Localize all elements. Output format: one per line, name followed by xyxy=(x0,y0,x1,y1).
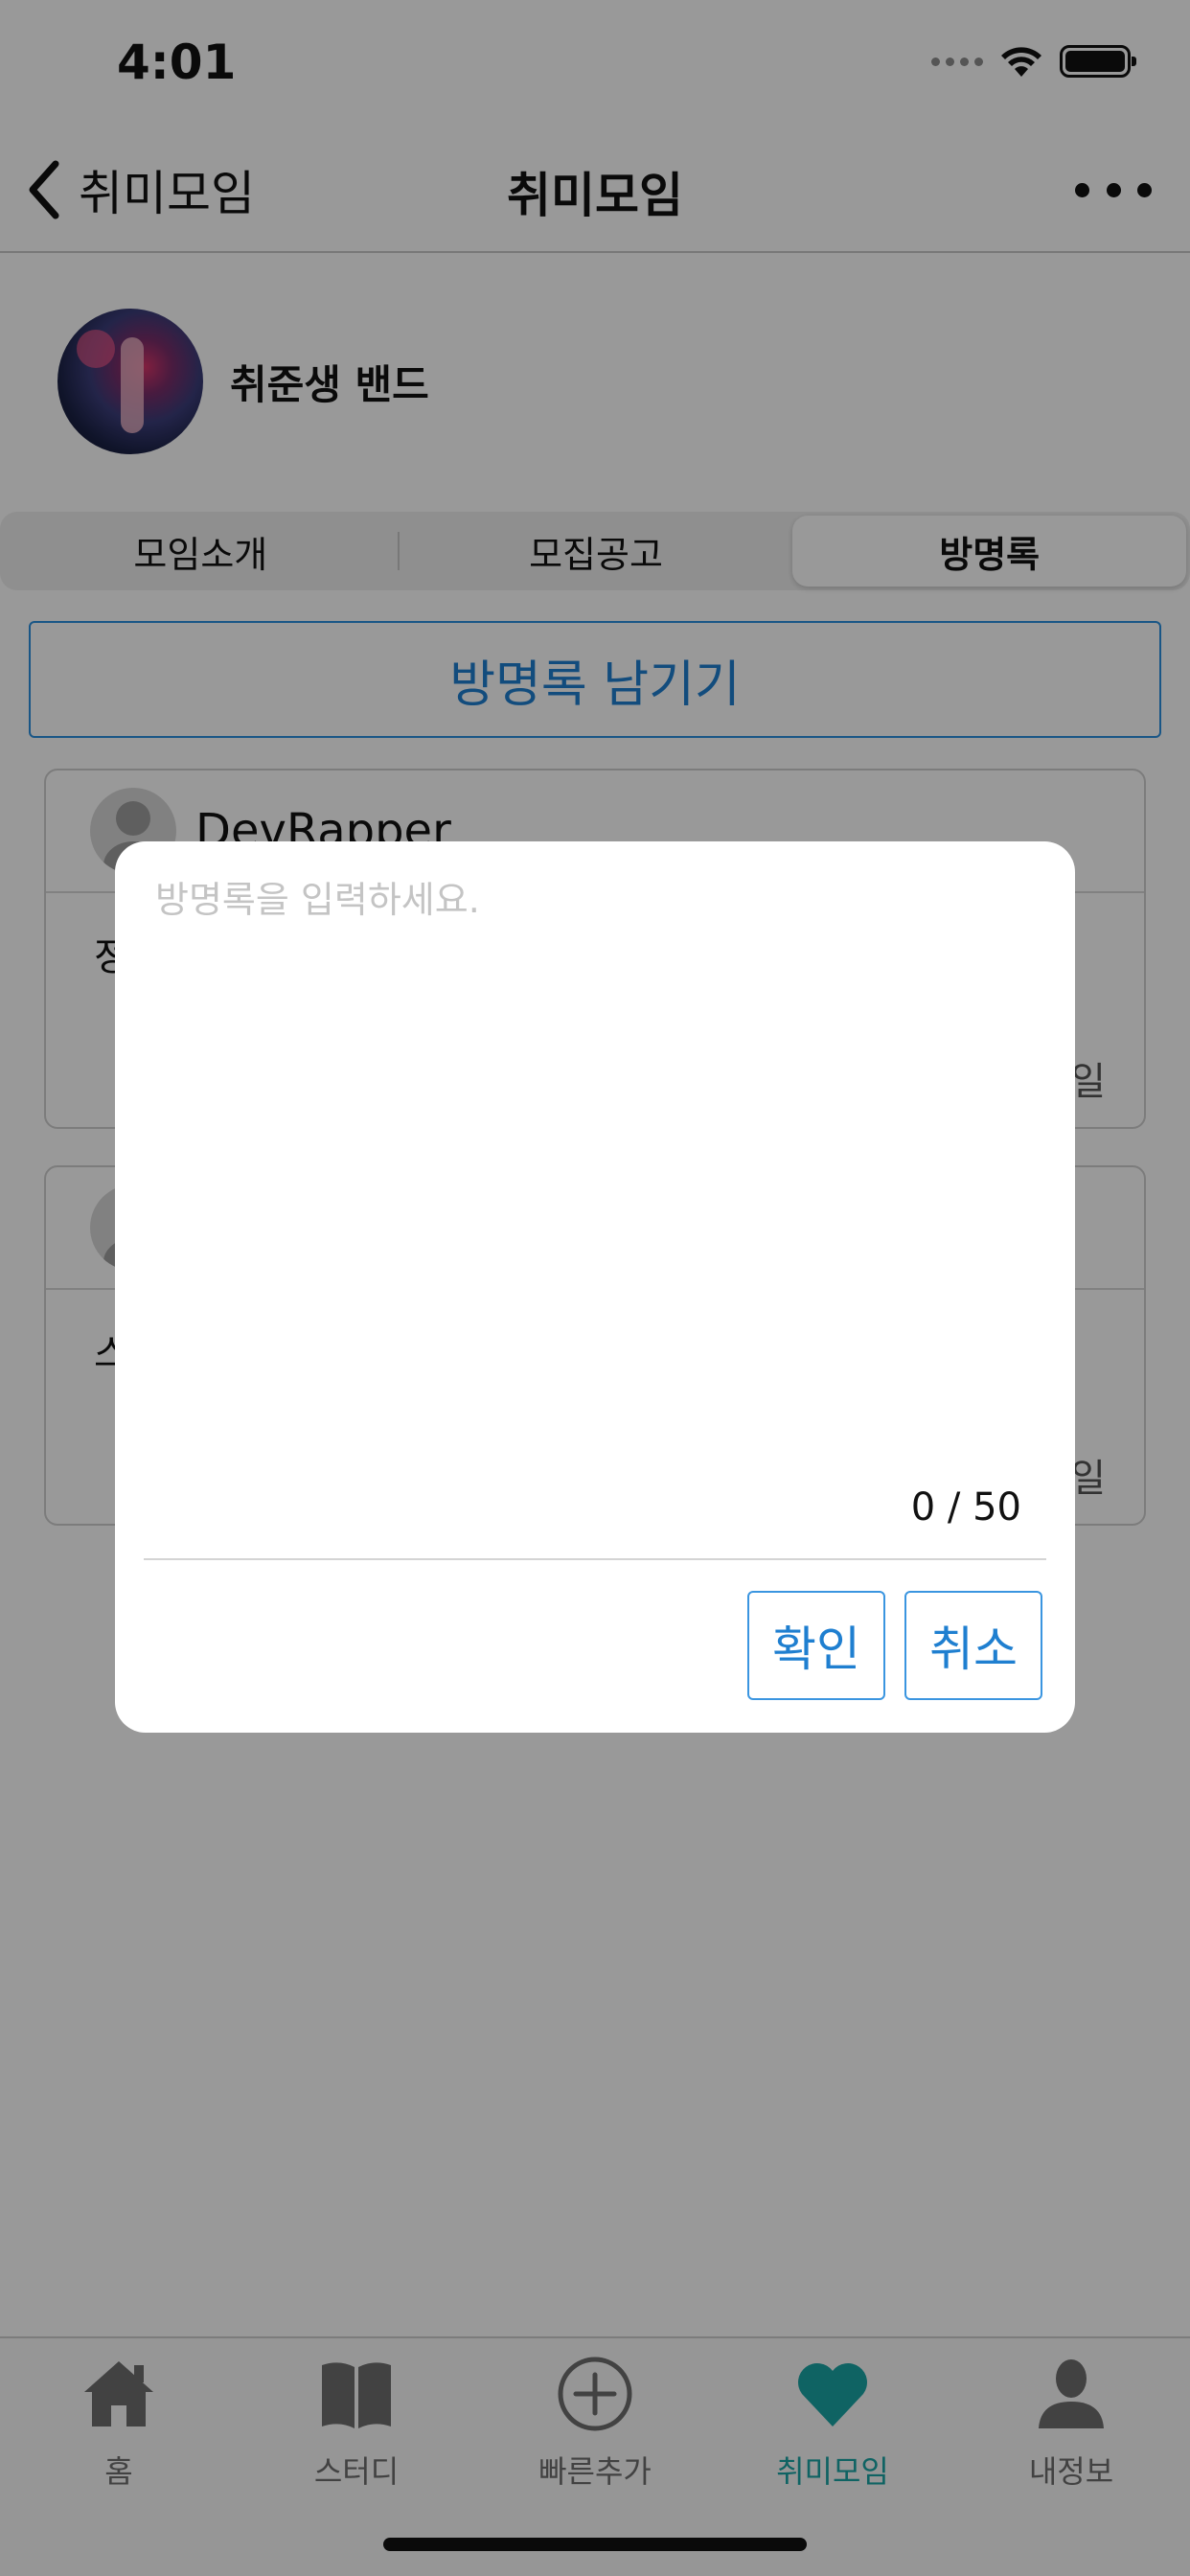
cancel-button[interactable]: 취소 xyxy=(904,1591,1042,1700)
divider xyxy=(144,1558,1046,1560)
guestbook-input[interactable] xyxy=(155,870,1035,1407)
guestbook-modal: 0 / 50 확인 취소 xyxy=(115,841,1075,1733)
char-counter: 0 / 50 xyxy=(910,1485,1021,1530)
confirm-button[interactable]: 확인 xyxy=(747,1591,885,1700)
